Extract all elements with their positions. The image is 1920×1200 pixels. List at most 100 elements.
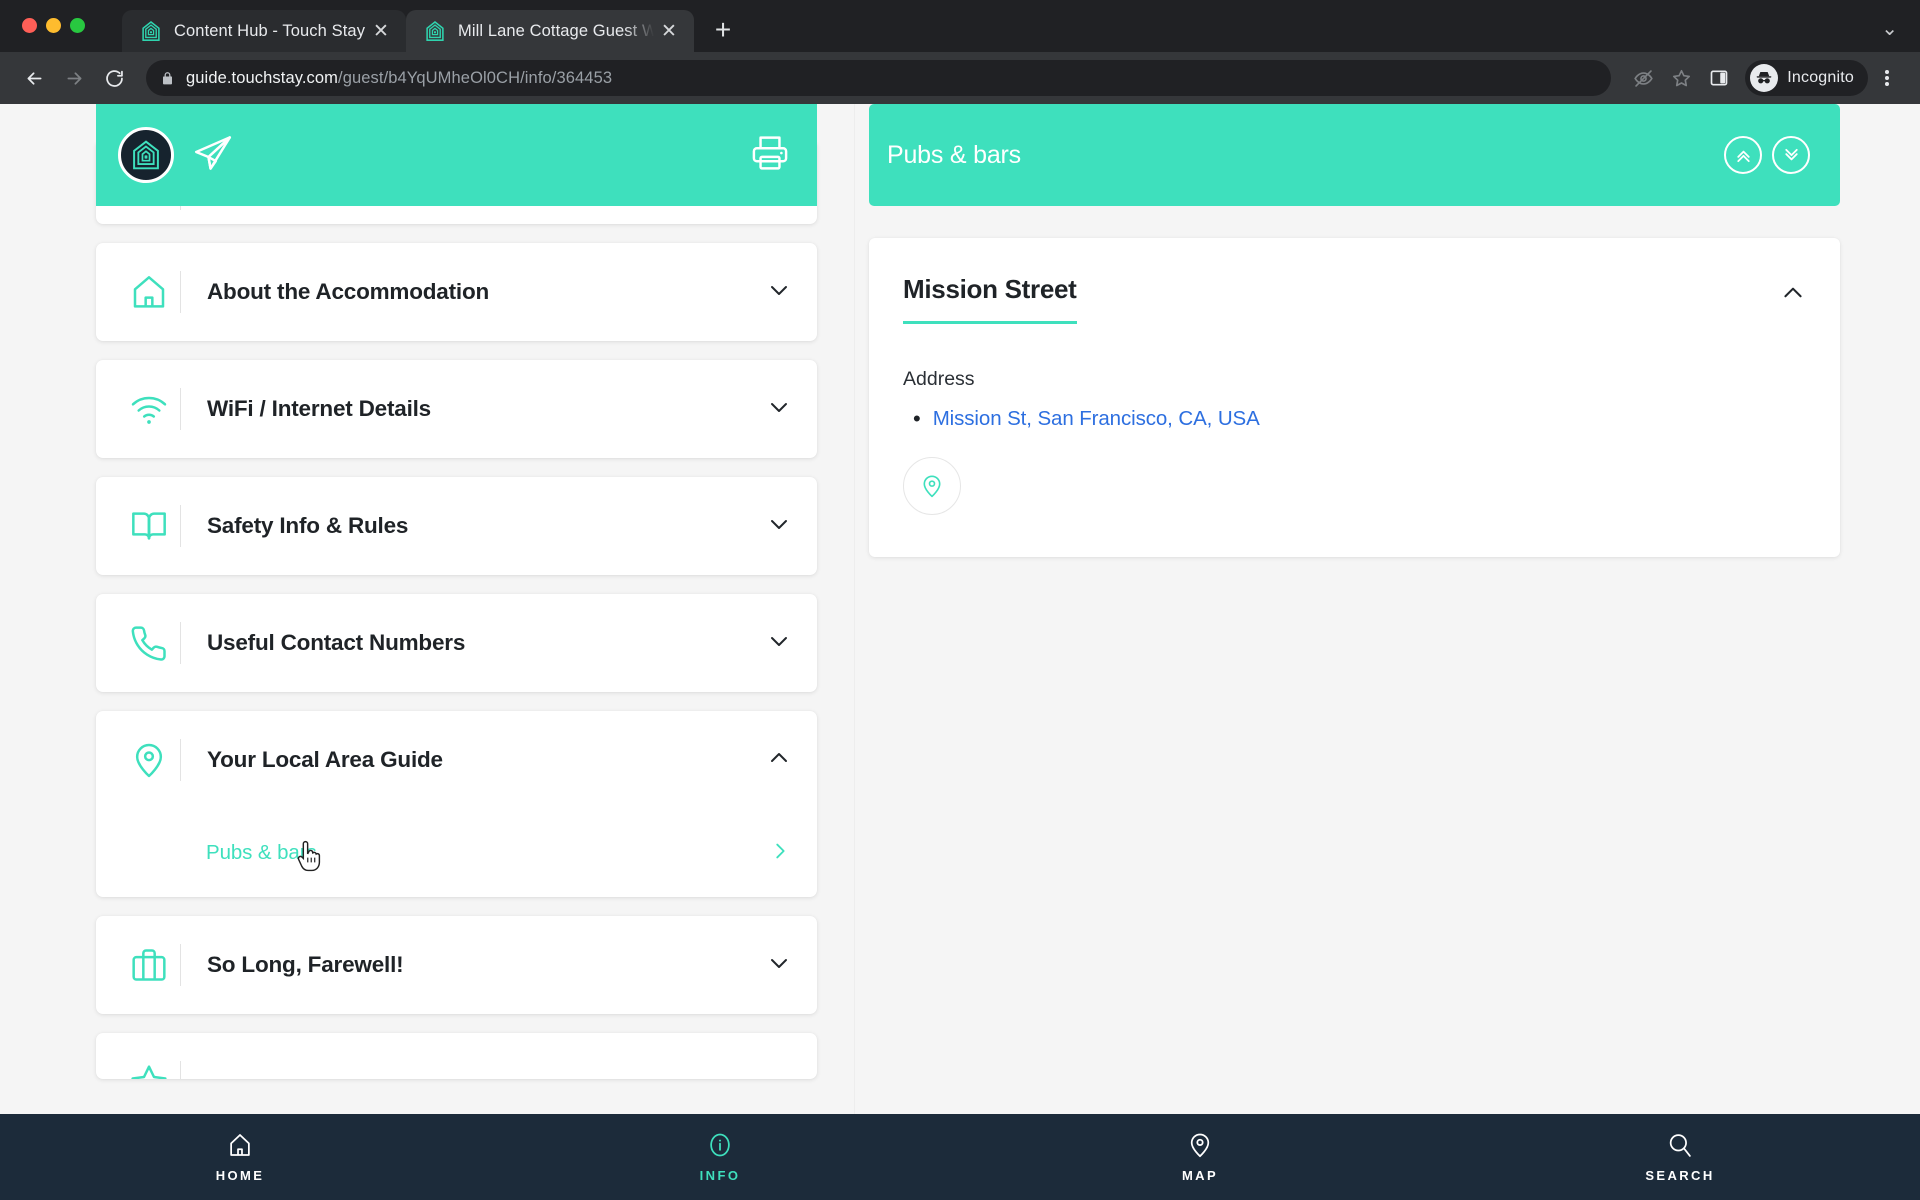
close-tab-button[interactable]: ✕	[656, 18, 682, 44]
menu-card-clipped-bottom[interactable]	[96, 1033, 817, 1079]
printer-icon[interactable]	[749, 132, 791, 179]
paper-plane-icon[interactable]	[192, 132, 234, 179]
chevron-down-icon[interactable]	[767, 629, 791, 658]
chevron-up-icon[interactable]	[767, 746, 791, 775]
touchstay-favicon-icon	[142, 21, 160, 41]
guide-header-bar	[96, 104, 817, 206]
menu-card-label: Useful Contact Numbers	[207, 630, 466, 655]
browser-toolbar: guide.touchstay.com/guest/b4YqUMheOl0CH/…	[0, 52, 1920, 104]
bottom-navigation-bar: HOME INFO MAP SEARCH	[0, 1114, 1920, 1200]
info-circle-icon	[710, 1133, 730, 1157]
divider	[180, 505, 181, 547]
incognito-indicator[interactable]: Incognito	[1745, 60, 1868, 96]
incognito-hat-icon	[1750, 64, 1779, 92]
nav-label: MAP	[1181, 1168, 1219, 1183]
search-icon	[1669, 1134, 1691, 1157]
detail-header-title: Pubs & bars	[887, 140, 1021, 169]
menu-card-useful-contact-numbers[interactable]: Useful Contact Numbers	[96, 594, 817, 692]
kebab-menu-icon[interactable]	[1870, 60, 1904, 96]
chevron-down-icon[interactable]	[767, 512, 791, 541]
wifi-icon	[118, 389, 180, 429]
browser-window: Content Hub - Touch Stay ✕ Mill Lane Cot…	[0, 0, 1920, 1200]
new-tab-button[interactable]: +	[704, 11, 742, 49]
chevron-up-icon[interactable]	[1780, 280, 1806, 311]
detail-entry-title: Mission Street	[903, 274, 1077, 324]
right-detail-column: Pubs & bars Mission Street Address • Mis…	[855, 104, 1920, 1114]
url-text: guide.touchstay.com/guest/b4YqUMheOl0CH/…	[186, 69, 612, 88]
minimize-window-button[interactable]	[46, 18, 61, 33]
detail-header-bar: Pubs & bars	[869, 104, 1840, 206]
reload-icon[interactable]	[96, 60, 132, 96]
suitcase-icon	[118, 945, 180, 985]
submenu-item-pubs-bars[interactable]: Pubs & bars	[96, 809, 817, 897]
phone-icon	[118, 623, 180, 663]
incognito-label: Incognito	[1787, 69, 1854, 86]
open-map-button[interactable]	[903, 457, 961, 515]
window-controls	[22, 18, 85, 33]
divider	[180, 739, 181, 781]
nav-item-info[interactable]: INFO	[480, 1114, 960, 1200]
star-icon[interactable]	[1663, 60, 1699, 96]
double-chevron-up-icon[interactable]	[1724, 136, 1762, 174]
menu-card-about-the-accommodation[interactable]: About the Accommodation	[96, 243, 817, 341]
close-window-button[interactable]	[22, 18, 37, 33]
browser-tab-content-hub[interactable]: Content Hub - Touch Stay ✕	[122, 10, 406, 52]
detail-header-actions	[1724, 136, 1810, 174]
nav-item-home[interactable]: HOME	[0, 1114, 480, 1200]
menu-card-label: So Long, Farewell!	[207, 952, 404, 977]
close-tab-button[interactable]: ✕	[368, 18, 394, 44]
url-host: guide.touchstay.com	[186, 68, 339, 87]
divider	[180, 388, 181, 430]
detail-entry-header[interactable]: Mission Street	[903, 274, 1806, 324]
chevron-down-icon[interactable]	[767, 951, 791, 980]
chevron-down-icon[interactable]	[767, 395, 791, 424]
menu-card-wifi-internet-details[interactable]: WiFi / Internet Details	[96, 360, 817, 458]
address-list: • Mission St, San Francisco, CA, USA	[913, 407, 1806, 431]
map-pin-icon	[1190, 1133, 1210, 1158]
browser-tab-mill-lane-cottage[interactable]: Mill Lane Cottage Guest Welco ✕	[406, 10, 694, 52]
address-bar[interactable]: guide.touchstay.com/guest/b4YqUMheOl0CH/…	[146, 60, 1612, 96]
detail-title-wrapper: Mission Street	[903, 274, 1780, 324]
menu-card-your-local-area-guide[interactable]: Your Local Area Guide Pubs & bars	[96, 711, 817, 897]
divider	[180, 271, 181, 313]
maximize-window-button[interactable]	[70, 18, 85, 33]
home-icon	[230, 1134, 250, 1156]
address-link[interactable]: Mission St, San Francisco, CA, USA	[933, 407, 1260, 431]
bullet-marker: •	[913, 406, 921, 431]
nav-label: HOME	[215, 1168, 265, 1183]
house-icon	[118, 272, 180, 312]
tab-title: Content Hub - Touch Stay	[174, 21, 366, 40]
list-item: • Mission St, San Francisco, CA, USA	[913, 407, 1806, 431]
nav-item-search[interactable]: SEARCH	[1440, 1114, 1920, 1200]
lock-icon	[163, 71, 172, 84]
forward-arrow-icon[interactable]	[56, 60, 92, 96]
menu-card-label: About the Accommodation	[207, 279, 490, 304]
nav-label: SEARCH	[1645, 1168, 1715, 1183]
chevron-right-icon[interactable]	[769, 840, 791, 867]
menu-card-label: WiFi / Internet Details	[207, 396, 431, 421]
eye-slash-icon[interactable]	[1625, 60, 1661, 96]
divider	[180, 622, 181, 664]
page-viewport: About the Accommodation WiFi / Internet …	[0, 104, 1920, 1200]
menu-card-label: Your Local Area Guide	[207, 747, 443, 772]
divider	[180, 944, 181, 986]
side-panel-icon[interactable]	[1701, 60, 1737, 96]
map-pin-icon	[118, 740, 180, 780]
tab-strip: Content Hub - Touch Stay ✕ Mill Lane Cot…	[0, 0, 1920, 52]
touchstay-house-logo[interactable]	[118, 127, 174, 183]
menu-scroll-area[interactable]: About the Accommodation WiFi / Internet …	[0, 104, 854, 1114]
menu-card-so-long-farewell[interactable]: So Long, Farewell!	[96, 916, 817, 1014]
address-field-label: Address	[903, 368, 975, 390]
back-arrow-icon[interactable]	[16, 60, 52, 96]
toolbar-actions: Incognito	[1625, 60, 1904, 96]
detail-entry-card: Mission Street Address • Mission St, San…	[869, 238, 1840, 557]
double-chevron-down-icon[interactable]	[1772, 136, 1810, 174]
tab-search-chevron-down-icon[interactable]: ⌄	[1881, 16, 1898, 41]
open-book-icon	[118, 506, 180, 546]
submenu-item-label: Pubs & bars	[206, 841, 317, 864]
page-content: About the Accommodation WiFi / Internet …	[0, 104, 1920, 1114]
tabs: Content Hub - Touch Stay ✕ Mill Lane Cot…	[122, 0, 742, 52]
chevron-down-icon[interactable]	[767, 278, 791, 307]
menu-card-safety-info-rules[interactable]: Safety Info & Rules	[96, 477, 817, 575]
nav-item-map[interactable]: MAP	[960, 1114, 1440, 1200]
